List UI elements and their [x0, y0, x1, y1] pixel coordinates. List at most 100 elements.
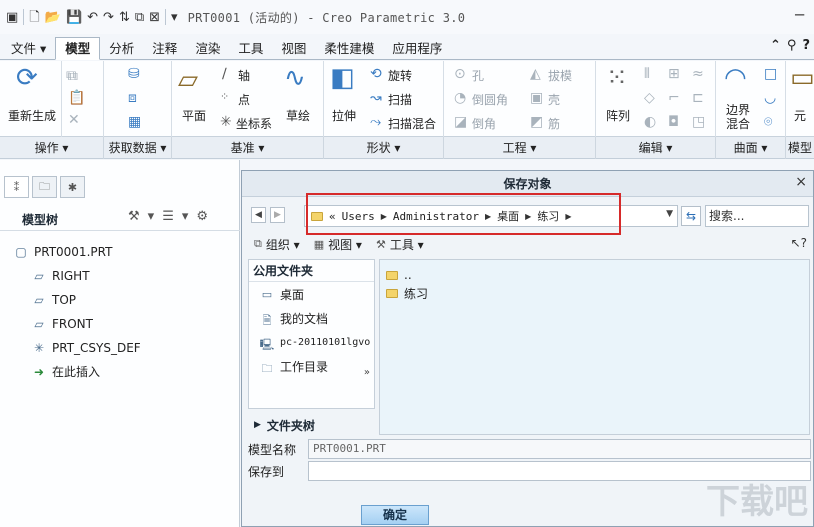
axis-button[interactable]: 轴	[238, 67, 250, 84]
point-button[interactable]: 点	[238, 91, 250, 108]
tree-node-part[interactable]: ▢ PRT0001.PRT	[0, 240, 240, 264]
shrinkwrap-icon[interactable]: ▦	[128, 115, 141, 129]
intersect-icon[interactable]: ◐	[644, 115, 656, 129]
sweep-button[interactable]: 扫描	[388, 91, 412, 108]
regenerate-button[interactable]: 重新生成	[8, 107, 56, 124]
redo-icon[interactable]: ↷	[103, 11, 114, 24]
style-icon[interactable]: ◡	[764, 91, 776, 105]
tab-model[interactable]: 模型	[55, 37, 101, 60]
minimize-button[interactable]: ─	[795, 6, 804, 24]
dropdown-icon[interactable]: ▾	[148, 209, 155, 224]
favorite-computer[interactable]: 🖳 pc-20110101lgvo	[249, 330, 374, 354]
project-icon[interactable]: ≈	[692, 67, 704, 81]
tree-node-csys[interactable]: ✳ PRT_CSYS_DEF	[0, 336, 240, 360]
file-item-parent[interactable]: ..	[380, 266, 809, 284]
thicken-icon[interactable]: ◘	[668, 115, 679, 129]
open-folder-icon[interactable]: 📂	[45, 11, 61, 24]
tools-menu[interactable]: ⚒ 工具 ▾	[376, 236, 424, 253]
favorite-documents[interactable]: 🗎 我的文档	[249, 306, 374, 330]
solidify-icon[interactable]: ◳	[692, 115, 705, 129]
breadcrumb-arrow-icon[interactable]: ▶	[381, 212, 387, 221]
shell-button[interactable]: 壳	[548, 91, 560, 108]
sweep-blend-button[interactable]: 扫描混合	[388, 115, 436, 132]
address-dropdown-icon[interactable]: ▼	[666, 209, 673, 219]
expand-more-icon[interactable]: »	[364, 367, 370, 378]
collapse-ribbon-icon[interactable]: ⌃	[770, 38, 781, 53]
view-menu[interactable]: ▦ 视图 ▾	[314, 236, 362, 253]
windows-icon[interactable]: ⧉	[135, 11, 144, 24]
delete-icon[interactable]: ✕	[68, 113, 80, 127]
help-icon[interactable]: ?	[802, 38, 810, 53]
file-item-practice[interactable]: 练习	[380, 284, 809, 302]
rib-button[interactable]: 筋	[548, 115, 560, 132]
group-label-engineering[interactable]: 工程 ▾	[444, 137, 596, 159]
tab-render[interactable]: 渲染	[186, 39, 229, 59]
tree-settings-icon[interactable]: ⚒	[128, 209, 140, 224]
group-label-editing[interactable]: 编辑 ▾	[596, 137, 716, 159]
favorite-working-directory[interactable]: 🗀 工作目录	[249, 354, 374, 378]
back-arrow-icon[interactable]: ◀	[251, 207, 266, 223]
tree-node-insert-here[interactable]: ➜ 在此插入	[0, 360, 240, 384]
tree-node-top[interactable]: ▱ TOP	[0, 288, 240, 312]
breadcrumb-users[interactable]: Users	[342, 210, 375, 223]
favorites-tab-icon[interactable]: ✱	[60, 176, 85, 198]
draft-button[interactable]: 拔模	[548, 67, 572, 84]
group-label-model[interactable]: 模型	[786, 137, 814, 159]
tab-flexible-modeling[interactable]: 柔性建模	[315, 39, 383, 59]
model-intent-button[interactable]: 元	[794, 107, 806, 124]
model-tree-tab-icon[interactable]: ⁑	[4, 176, 29, 198]
new-file-icon[interactable]: 🗋	[29, 11, 39, 24]
tab-tools[interactable]: 工具	[229, 39, 272, 59]
breadcrumb-arrow-icon[interactable]: ▶	[525, 212, 531, 221]
freestyle-icon[interactable]: ⌾	[764, 115, 772, 129]
round-button[interactable]: 倒圆角	[472, 91, 508, 108]
tab-file[interactable]: 文件 ▾	[2, 39, 55, 59]
hole-button[interactable]: 孔	[472, 67, 484, 84]
fill-icon[interactable]: □	[764, 67, 777, 81]
tree-columns-icon[interactable]: ☰	[162, 209, 174, 224]
tree-filter-icon[interactable]: ⚙	[196, 209, 208, 224]
save-icon[interactable]: 💾	[66, 11, 82, 24]
address-bar[interactable]: « Users ▶ Administrator ▶ 桌面 ▶ 练习 ▶ ▼	[304, 205, 678, 227]
undo-icon[interactable]: ↶	[87, 11, 98, 24]
extrude-button[interactable]: 拉伸	[332, 107, 356, 124]
group-label-get-data[interactable]: 获取数据 ▾	[104, 137, 172, 159]
ok-button[interactable]: 确定	[361, 505, 429, 525]
merge-icon[interactable]: ⊞	[668, 67, 680, 81]
user-defined-feature-icon[interactable]: ⛁	[128, 67, 140, 81]
folder-tree-toggle[interactable]: ▶ 文件夹树	[248, 415, 375, 435]
pattern-button[interactable]: 阵列	[606, 107, 630, 124]
group-label-shapes[interactable]: 形状 ▾	[324, 137, 444, 159]
csys-button[interactable]: 坐标系	[236, 115, 272, 132]
copy-icon[interactable]: ⧉	[68, 69, 78, 83]
app-icon[interactable]: ▣	[6, 11, 18, 24]
customize-dropdown-icon[interactable]: ▾	[171, 11, 178, 24]
revolve-button[interactable]: 旋转	[388, 67, 412, 84]
chamfer-button[interactable]: 倒角	[472, 115, 496, 132]
group-label-operations[interactable]: 操作 ▾	[0, 137, 104, 159]
paste-icon[interactable]: 📋	[68, 91, 85, 105]
refresh-icon[interactable]: ⇆	[681, 206, 701, 226]
group-label-surfaces[interactable]: 曲面 ▾	[716, 137, 786, 159]
breadcrumb-prefix[interactable]: «	[329, 210, 336, 223]
breadcrumb-arrow-icon[interactable]: ▶	[565, 212, 571, 221]
dialog-close-button[interactable]: ×	[795, 174, 807, 190]
tab-analysis[interactable]: 分析	[100, 39, 143, 59]
regenerate-icon[interactable]: ⇅	[119, 11, 130, 24]
breadcrumb-practice[interactable]: 练习	[537, 208, 559, 224]
folder-browser-tab-icon[interactable]: 🗀	[32, 176, 57, 198]
model-name-field[interactable]: PRT0001.PRT	[308, 439, 811, 459]
forward-arrow-icon[interactable]: ▶	[270, 207, 285, 223]
tab-view[interactable]: 视图	[272, 39, 315, 59]
copy-geometry-icon[interactable]: ⧈	[128, 91, 137, 105]
tree-node-front[interactable]: ▱ FRONT	[0, 312, 240, 336]
breadcrumb-desktop[interactable]: 桌面	[497, 208, 519, 224]
tree-node-right[interactable]: ▱ RIGHT	[0, 264, 240, 288]
breadcrumb-arrow-icon[interactable]: ▶	[485, 212, 491, 221]
close-window-icon[interactable]: ⊠	[149, 11, 160, 24]
tab-annotate[interactable]: 注释	[143, 39, 186, 59]
search-icon[interactable]: ⚲	[787, 38, 797, 53]
mirror-icon[interactable]: ⫴	[644, 67, 650, 81]
extend-icon[interactable]: ⌐	[668, 91, 680, 105]
help-pointer-icon[interactable]: ↖?	[791, 236, 807, 250]
